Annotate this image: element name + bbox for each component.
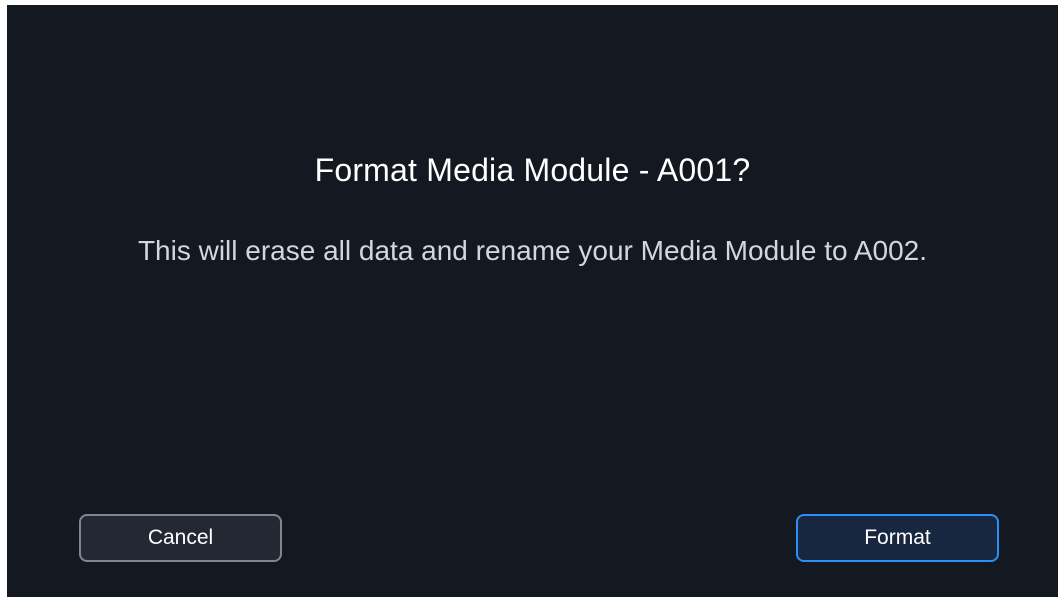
format-button-label: Format: [864, 526, 931, 549]
cancel-button-label: Cancel: [147, 526, 214, 549]
cancel-button[interactable]: Cancel: [79, 514, 282, 562]
dialog-message: This will erase all data and rename your…: [137, 235, 928, 266]
format-button[interactable]: Format: [796, 514, 999, 562]
dialog-title: Format Media Module - A001?: [314, 152, 751, 188]
format-dialog: Format Media Module - A001? This will er…: [7, 5, 1058, 597]
